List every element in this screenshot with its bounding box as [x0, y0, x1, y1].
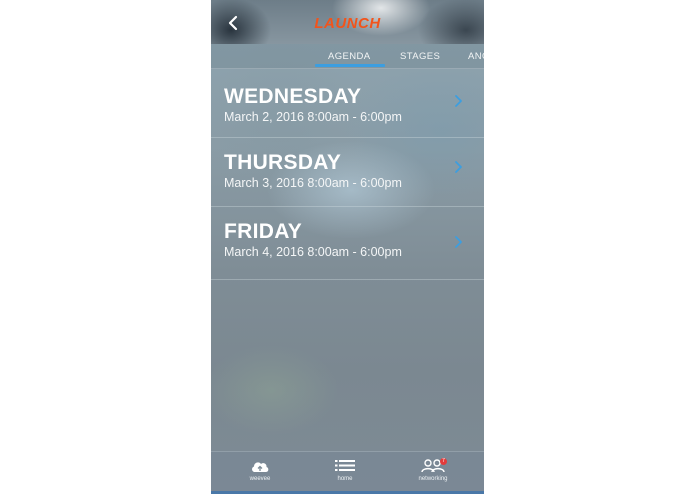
nav-label: home	[337, 476, 353, 482]
agenda-day-row[interactable]: WEDNESDAY March 2, 2016 8:00am - 6:00pm	[211, 68, 484, 138]
tab-partial[interactable]: ANO	[468, 51, 484, 62]
nav-networking[interactable]: 7 networking	[398, 452, 468, 491]
chevron-right-icon	[454, 94, 464, 108]
day-name: FRIDAY	[224, 220, 303, 243]
agenda-day-row[interactable]: FRIDAY March 4, 2016 8:00am - 6:00pm	[211, 207, 484, 280]
nav-label: networking	[418, 476, 448, 482]
nav-label: weevee	[249, 476, 271, 482]
day-date: March 2, 2016 8:00am - 6:00pm	[224, 110, 402, 124]
active-tab-indicator	[315, 64, 385, 67]
chevron-right-icon	[454, 235, 464, 249]
agenda-day-row[interactable]: THURSDAY March 3, 2016 8:00am - 6:00pm	[211, 138, 484, 207]
day-name: THURSDAY	[224, 151, 342, 174]
app-header: LAUNCH	[211, 0, 484, 44]
day-date: March 4, 2016 8:00am - 6:00pm	[224, 245, 402, 259]
notification-badge: 7	[440, 458, 447, 465]
bottom-nav-bar: weevee home 7 networking	[211, 451, 484, 494]
phone-screen: LAUNCH AGENDA STAGES ANO WEDNESDAY March…	[211, 0, 484, 494]
day-date: March 3, 2016 8:00am - 6:00pm	[224, 176, 402, 190]
chevron-right-icon	[454, 160, 464, 174]
tab-stages[interactable]: STAGES	[400, 51, 440, 62]
row-divider	[211, 279, 484, 280]
tab-agenda[interactable]: AGENDA	[328, 51, 371, 62]
nav-home[interactable]: home	[310, 452, 380, 491]
day-name: WEDNESDAY	[224, 85, 362, 108]
launch-logo: LAUNCH	[314, 15, 381, 32]
nav-weevee[interactable]: weevee	[225, 452, 295, 491]
